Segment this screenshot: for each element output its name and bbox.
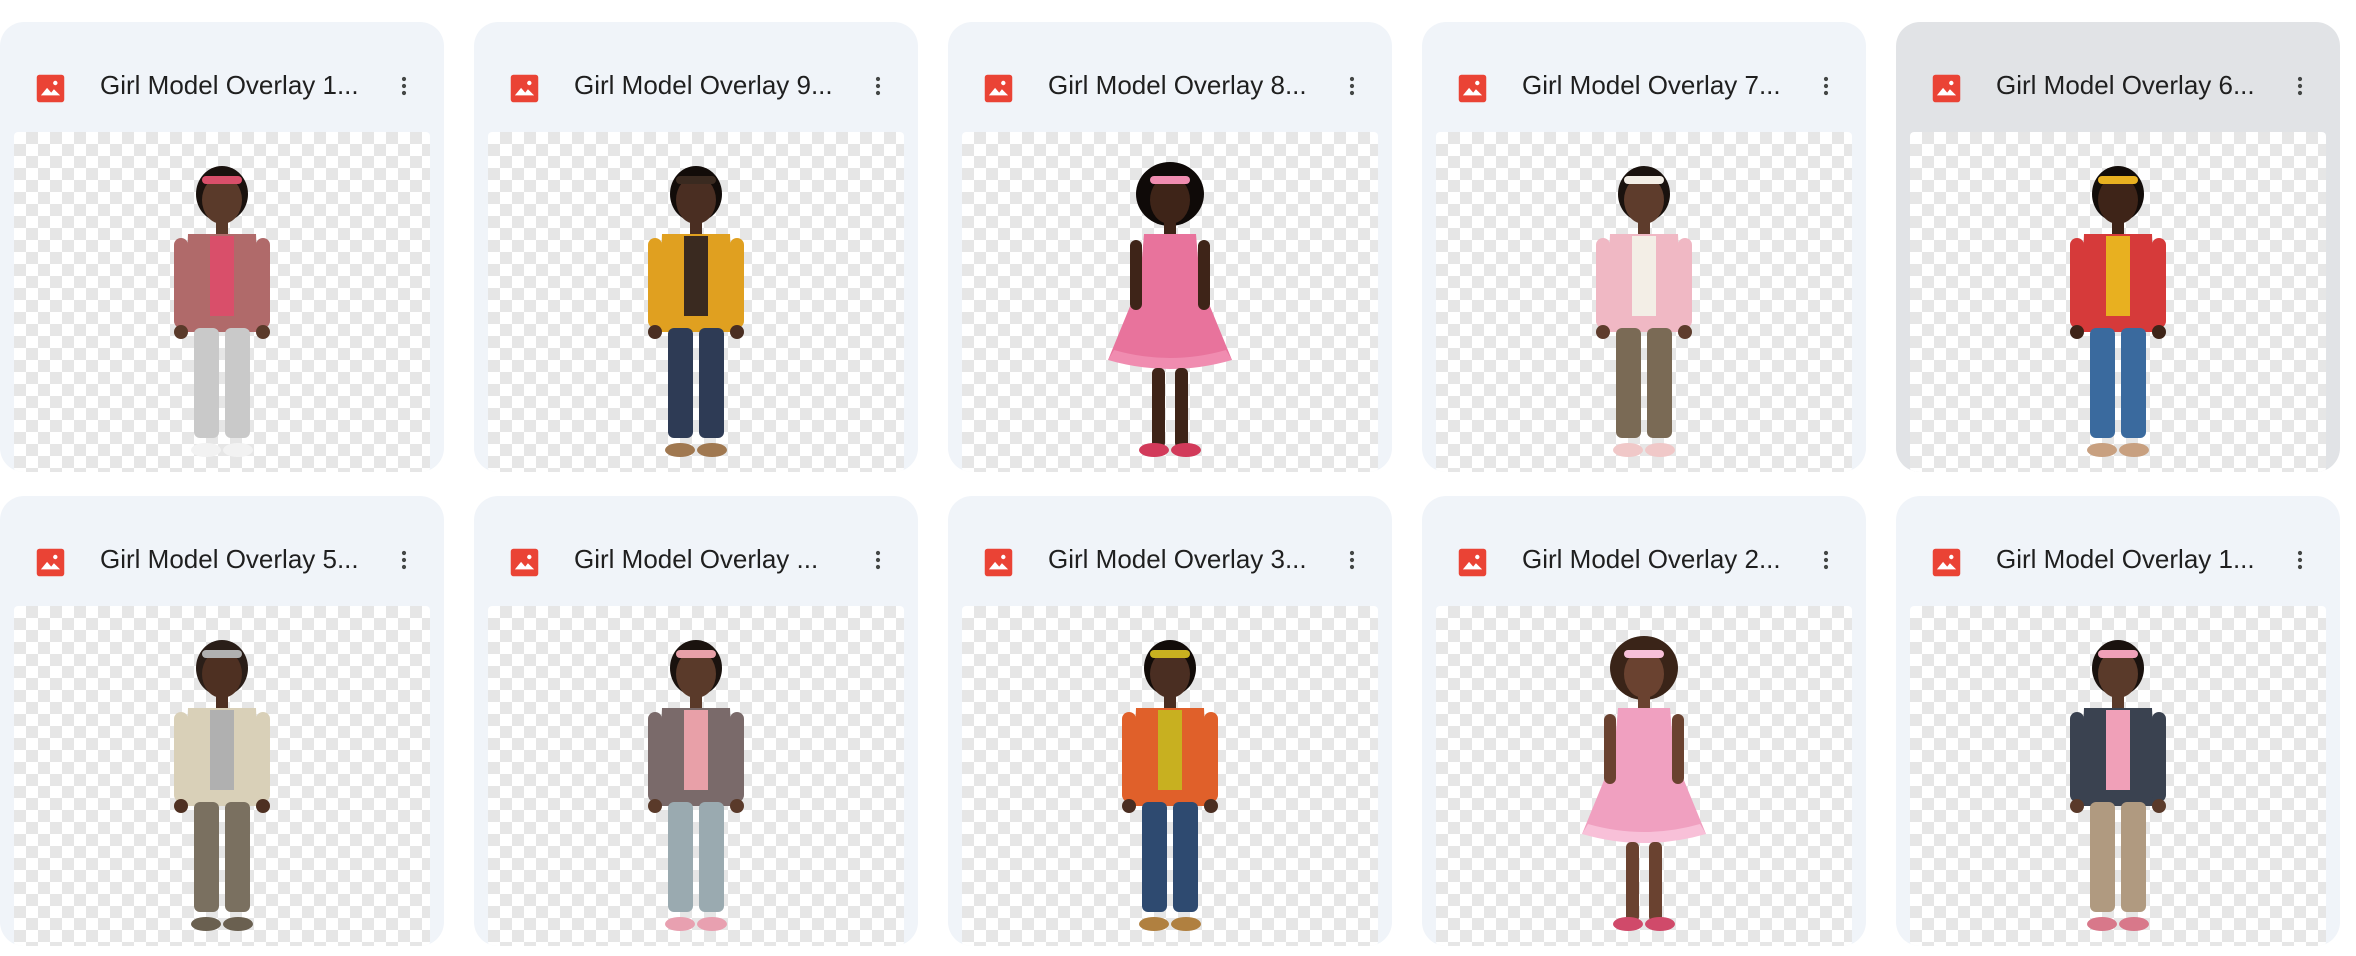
image-thumbnail[interactable] xyxy=(1910,132,2326,472)
girl-figure-illustration xyxy=(174,640,270,931)
file-grid: Girl Model Overlay 1... Girl Model Overla… xyxy=(0,0,2356,956)
more-actions-button[interactable] xyxy=(1328,536,1376,584)
girl-figure-illustration xyxy=(1122,640,1218,931)
image-file-icon xyxy=(1930,72,1963,105)
file-card-header: Girl Model Overlay ... xyxy=(474,496,918,606)
more-vert-icon xyxy=(875,550,881,570)
image-file-icon xyxy=(982,72,1015,105)
more-vert-icon xyxy=(1349,76,1355,96)
more-vert-icon xyxy=(1823,76,1829,96)
file-title: Girl Model Overlay 3... xyxy=(1048,544,1307,574)
file-title: Girl Model Overlay 5... xyxy=(100,544,359,574)
image-file-icon xyxy=(34,72,67,105)
file-card[interactable]: Girl Model Overlay 8... xyxy=(948,22,1392,472)
image-file-icon xyxy=(508,546,541,579)
file-card[interactable]: Girl Model Overlay 3... xyxy=(948,496,1392,946)
image-thumbnail[interactable] xyxy=(488,132,904,472)
image-file-icon xyxy=(1456,546,1489,579)
more-vert-icon xyxy=(1349,550,1355,570)
file-title: Girl Model Overlay 1... xyxy=(100,70,359,100)
file-title: Girl Model Overlay 8... xyxy=(1048,70,1307,100)
file-title: Girl Model Overlay 7... xyxy=(1522,70,1781,100)
more-vert-icon xyxy=(875,76,881,96)
image-thumbnail[interactable] xyxy=(962,132,1378,472)
file-title: Girl Model Overlay 1... xyxy=(1996,544,2255,574)
more-actions-button[interactable] xyxy=(1802,62,1850,110)
file-card[interactable]: Girl Model Overlay 7... xyxy=(1422,22,1866,472)
file-title: Girl Model Overlay 6... xyxy=(1996,70,2255,100)
file-card-header: Girl Model Overlay 5... xyxy=(0,496,444,606)
more-actions-button[interactable] xyxy=(1802,536,1850,584)
image-file-icon xyxy=(34,546,67,579)
more-actions-button[interactable] xyxy=(380,62,428,110)
girl-figure-illustration xyxy=(2070,166,2166,457)
girl-figure-illustration xyxy=(1596,166,1692,457)
image-thumbnail[interactable] xyxy=(488,606,904,946)
file-card-header: Girl Model Overlay 1... xyxy=(0,22,444,132)
image-thumbnail[interactable] xyxy=(1910,606,2326,946)
girl-figure-illustration xyxy=(648,166,744,457)
more-actions-button[interactable] xyxy=(854,62,902,110)
more-actions-button[interactable] xyxy=(1328,62,1376,110)
file-title: Girl Model Overlay ... xyxy=(574,544,819,574)
image-thumbnail[interactable] xyxy=(1436,132,1852,472)
image-file-icon xyxy=(508,72,541,105)
image-file-icon xyxy=(982,546,1015,579)
file-card[interactable]: Girl Model Overlay 1... xyxy=(0,22,444,472)
file-title: Girl Model Overlay 2... xyxy=(1522,544,1781,574)
image-thumbnail[interactable] xyxy=(14,132,430,472)
more-vert-icon xyxy=(1823,550,1829,570)
file-card-header: Girl Model Overlay 3... xyxy=(948,496,1392,606)
file-card-header: Girl Model Overlay 7... xyxy=(1422,22,1866,132)
image-thumbnail[interactable] xyxy=(1436,606,1852,946)
file-card-header: Girl Model Overlay 2... xyxy=(1422,496,1866,606)
file-card-header: Girl Model Overlay 9... xyxy=(474,22,918,132)
image-file-icon xyxy=(1930,546,1963,579)
file-card[interactable]: Girl Model Overlay ... xyxy=(474,496,918,946)
image-thumbnail[interactable] xyxy=(962,606,1378,946)
girl-figure-illustration xyxy=(1582,636,1706,931)
file-card[interactable]: Girl Model Overlay 5... xyxy=(0,496,444,946)
girl-figure-illustration xyxy=(2070,640,2166,931)
girl-figure-illustration xyxy=(1108,162,1232,457)
file-card[interactable]: Girl Model Overlay 9... xyxy=(474,22,918,472)
girl-figure-illustration xyxy=(648,640,744,931)
more-actions-button[interactable] xyxy=(2276,536,2324,584)
file-card-header: Girl Model Overlay 1... xyxy=(1896,496,2340,606)
more-actions-button[interactable] xyxy=(854,536,902,584)
file-card-header: Girl Model Overlay 8... xyxy=(948,22,1392,132)
file-card[interactable]: Girl Model Overlay 2... xyxy=(1422,496,1866,946)
more-vert-icon xyxy=(2297,76,2303,96)
file-card-header: Girl Model Overlay 6... xyxy=(1896,22,2340,132)
more-vert-icon xyxy=(2297,550,2303,570)
file-title: Girl Model Overlay 9... xyxy=(574,70,833,100)
more-actions-button[interactable] xyxy=(2276,62,2324,110)
image-thumbnail[interactable] xyxy=(14,606,430,946)
file-card[interactable]: Girl Model Overlay 6... xyxy=(1896,22,2340,472)
image-file-icon xyxy=(1456,72,1489,105)
girl-figure-illustration xyxy=(174,166,270,457)
more-actions-button[interactable] xyxy=(380,536,428,584)
more-vert-icon xyxy=(401,550,407,570)
file-card[interactable]: Girl Model Overlay 1... xyxy=(1896,496,2340,946)
more-vert-icon xyxy=(401,76,407,96)
